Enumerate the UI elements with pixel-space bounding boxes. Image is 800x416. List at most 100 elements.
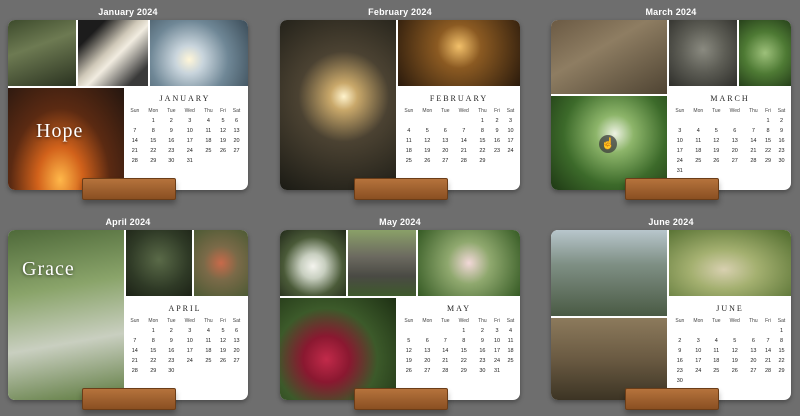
day-cell: 7 <box>443 338 447 344</box>
day-cell: 13 <box>233 128 240 134</box>
day-cell: 16 <box>479 348 486 354</box>
day-cell: 20 <box>731 148 738 154</box>
day-cell: 25 <box>713 368 720 374</box>
day-cell: 17 <box>676 148 683 154</box>
weekday-header: Sun <box>130 318 140 324</box>
day-cell: 10 <box>186 128 193 134</box>
day-cell: 17 <box>695 358 702 364</box>
day-cell: 3 <box>188 118 192 124</box>
day-cell: 7 <box>751 128 755 134</box>
day-cell: 7 <box>766 338 770 344</box>
day-cell: 18 <box>507 348 514 354</box>
day-cell: 13 <box>750 348 757 354</box>
weekday-header: Sun <box>675 108 685 114</box>
calendar-card[interactable]: Hope JANUARY Sun Mon Tue Wed Thu Fri Sat 1 2 3 4 5 6… <box>8 20 248 190</box>
calendar-card[interactable]: Grace APRIL Sun Mon Tue Wed Thu Fri Sat 1 2 3 4 5 6 7… <box>8 230 248 400</box>
day-cell: 6 <box>235 328 239 334</box>
day-cell: 21 <box>131 148 138 154</box>
day-cell: 29 <box>150 368 157 374</box>
weekday-header: Tue <box>712 108 721 114</box>
day-cell: 18 <box>205 138 212 144</box>
day-cell: 28 <box>764 368 772 374</box>
day-cell: 26 <box>219 148 227 154</box>
weekday-header: Mon <box>422 108 433 114</box>
day-cell: 2 <box>169 328 173 334</box>
day-cell: 16 <box>676 358 683 364</box>
day-cell: 31 <box>186 158 193 164</box>
day-cell: 21 <box>764 358 772 364</box>
day-cell: 13 <box>442 138 449 144</box>
calendar-card[interactable]: JUNE Sun Mon Tue Wed Thu Fri Sat 1 2 3 4 5 6 7 8 9 10 11 1… <box>551 230 791 400</box>
day-cell: 6 <box>733 128 737 134</box>
photo-rocky-ground <box>551 20 667 94</box>
day-cell: 17 <box>186 138 193 144</box>
weekday-header: Wed <box>729 318 740 324</box>
day-cell: 27 <box>731 158 738 164</box>
photo-open-book <box>78 20 148 86</box>
day-cell: 28 <box>131 368 138 374</box>
day-cell: 12 <box>219 128 227 134</box>
day-cell: 27 <box>442 158 449 164</box>
day-cell: 4 <box>714 338 718 344</box>
day-cell: 11 <box>205 338 212 344</box>
month-title: February 2024 <box>368 7 432 17</box>
day-cell: 19 <box>731 358 738 364</box>
weekday-header: Fri <box>765 318 771 324</box>
day-cell: 15 <box>150 348 157 354</box>
day-cell: 1 <box>151 118 155 124</box>
day-cell: 10 <box>507 128 514 134</box>
weekday-header: Sat <box>232 318 241 324</box>
calendar-card[interactable]: ☝ MARCH Sun Mon Tue Wed Thu Fri Sat 1 2 3 4 5 6 7 8 9 10… <box>551 20 791 190</box>
day-cell: 9 <box>678 348 682 354</box>
day-cell: 23 <box>168 148 175 154</box>
day-cell: 6 <box>425 338 429 344</box>
day-cell: 20 <box>442 148 449 154</box>
day-cell: 15 <box>764 138 772 144</box>
day-cell: 4 <box>206 328 210 334</box>
day-cell: 5 <box>407 338 411 344</box>
day-cell: 5 <box>221 328 225 334</box>
day-cell: 20 <box>750 358 757 364</box>
weekday-header: Fri <box>765 108 771 114</box>
day-cell: 22 <box>150 148 157 154</box>
day-cell: 15 <box>150 138 157 144</box>
day-cell: 19 <box>713 148 720 154</box>
day-cell: 24 <box>676 158 683 164</box>
weekday-header: Sun <box>404 108 414 114</box>
day-cell: 18 <box>713 358 720 364</box>
calendar-grid: APRIL Sun Mon Tue Wed Thu Fri Sat 1 2 3 4 5 6 7 8 9 10 11… <box>126 300 244 376</box>
day-cell: 1 <box>462 328 466 334</box>
day-cell: 2 <box>780 118 784 124</box>
day-cell: 16 <box>778 138 785 144</box>
day-cell: 29 <box>778 368 785 374</box>
calendar-card[interactable]: FEBRUARY Sun Mon Tue Wed Thu Fri Sat 1 2 3 4 5 6 7 8 9 1… <box>280 20 520 190</box>
photo-foxgloves <box>418 230 520 296</box>
calendar-grid: MAY Sun Mon Tue Wed Thu Fri Sat 1 2 3 4 5 6 7 8 9 10 11 12… <box>400 300 518 376</box>
day-cell: 2 <box>169 118 173 124</box>
day-cell: 2 <box>678 338 682 344</box>
month-name: JANUARY <box>159 94 211 103</box>
day-cell: 11 <box>507 338 514 344</box>
weekday-header: Sun <box>675 318 685 324</box>
day-cell: 29 <box>764 158 772 164</box>
day-cell: 23 <box>676 368 683 374</box>
day-cell: 25 <box>205 358 212 364</box>
weekday-header: Sat <box>506 108 515 114</box>
day-cell: 28 <box>131 158 138 164</box>
day-cell: 1 <box>480 118 484 124</box>
day-cell: 26 <box>731 368 738 374</box>
day-cell: 13 <box>731 138 738 144</box>
day-cell: 23 <box>778 148 785 154</box>
day-cell: 15 <box>778 348 785 354</box>
day-cell: 26 <box>219 358 227 364</box>
day-cell: 30 <box>168 158 175 164</box>
calendar-card[interactable]: MAY Sun Mon Tue Wed Thu Fri Sat 1 2 3 4 5 6 7 8 9 10 11 12… <box>280 230 520 400</box>
day-cell: 23 <box>493 148 501 154</box>
wooden-stand <box>625 388 719 410</box>
day-cell: 2 <box>480 328 484 334</box>
month-name: MARCH <box>710 94 750 103</box>
wooden-stand <box>354 178 448 200</box>
month-title: March 2024 <box>645 7 697 17</box>
day-cell: 23 <box>479 358 486 364</box>
day-cell: 21 <box>442 358 449 364</box>
